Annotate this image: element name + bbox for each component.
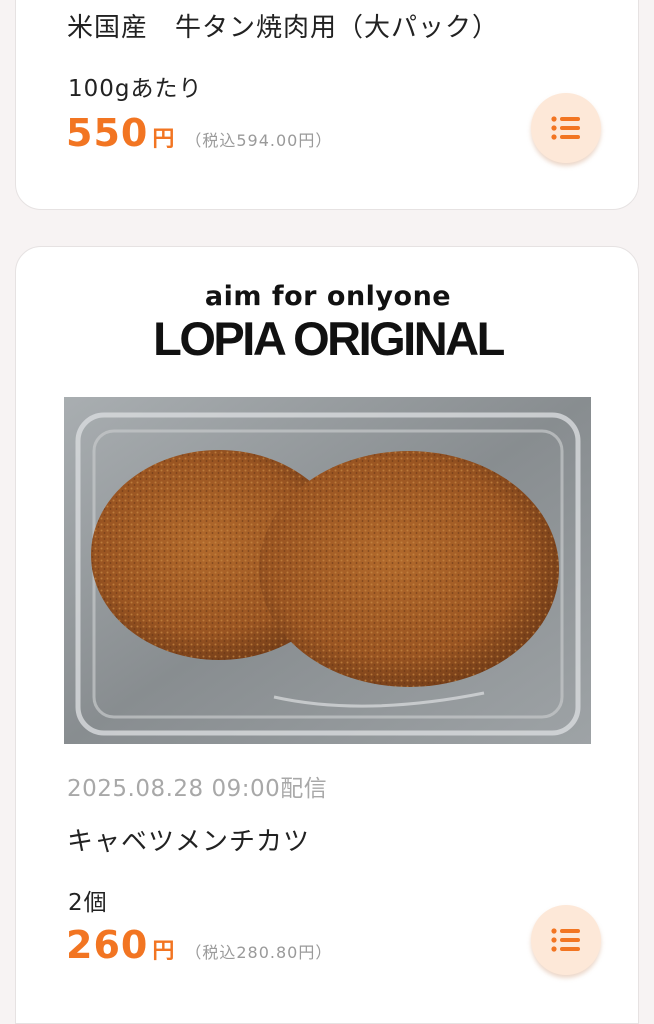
brand-tagline: aim for onlyone	[204, 281, 452, 312]
product-card[interactable]: 米国産 牛タン焼肉用（大パック） 100gあたり 550 円 （税込594.00円）	[15, 0, 639, 210]
brand-name: LOPIA ORIGINAL	[153, 312, 505, 365]
list-icon	[551, 116, 580, 140]
product-price: 260 円 （税込280.80円）	[66, 923, 332, 967]
price-yen: 円	[152, 939, 176, 964]
product-unit: 2個	[68, 890, 108, 916]
list-icon	[551, 928, 580, 952]
delivery-date: 2025.08.28 09:00配信	[67, 776, 328, 802]
list-button[interactable]	[531, 905, 601, 975]
price-tax-included: （税込594.00円）	[185, 131, 333, 150]
product-title: キャベツメンチカツ	[67, 827, 311, 857]
price-value: 260	[66, 923, 149, 967]
list-button[interactable]	[531, 93, 601, 163]
product-image	[64, 397, 591, 744]
product-card[interactable]: aim for onlyone LOPIA ORIGINAL 2025.08.2…	[15, 246, 639, 1024]
price-yen: 円	[152, 127, 176, 152]
menchi-katsu-photo	[64, 397, 591, 744]
product-price: 550 円 （税込594.00円）	[66, 111, 332, 155]
price-tax-included: （税込280.80円）	[185, 943, 333, 962]
product-unit: 100gあたり	[68, 76, 203, 102]
product-title: 米国産 牛タン焼肉用（大パック）	[67, 13, 500, 43]
price-value: 550	[66, 111, 149, 155]
